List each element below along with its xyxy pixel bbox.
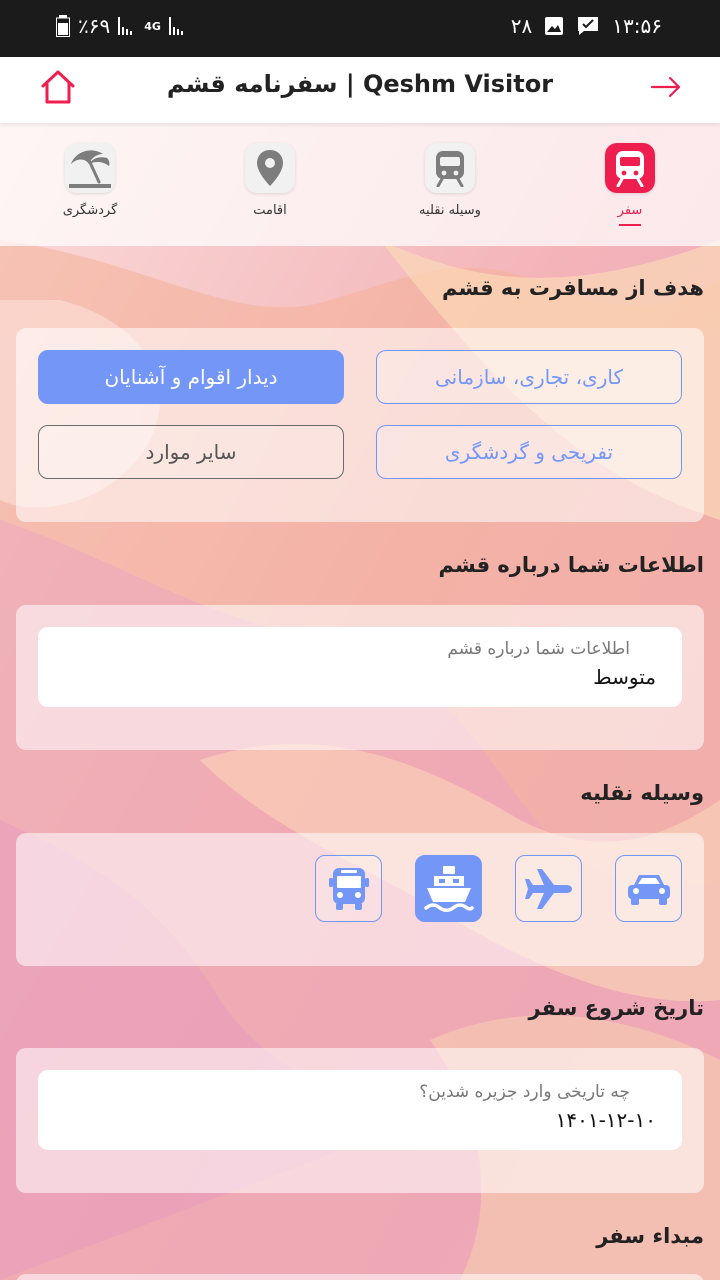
knowledge-field[interactable]: اطلاعات شما درباره قشم متوسط <box>38 627 682 707</box>
vehicle-option-car[interactable] <box>615 855 682 922</box>
start-date-card: چه تاریخی وارد جزیره شدین؟ ۱۴۰۱-۱۲-۱۰ <box>16 1048 704 1193</box>
tab-icon-box <box>605 143 655 193</box>
network-type: 4G <box>144 19 161 33</box>
tab-icon-box <box>65 143 115 193</box>
tab-label: وسیله نقلیه <box>419 203 481 218</box>
car-icon <box>627 874 670 905</box>
battery-percent: ٪۶۹ <box>78 14 111 38</box>
train-icon <box>436 151 464 187</box>
app-bar: سفرنامه قشم | Qeshm Visitor <box>0 57 720 123</box>
signal-icon <box>118 17 133 35</box>
purpose-card: کاری، تجاری، سازمانی دیدار اقوام و آشنای… <box>16 328 704 522</box>
tab-label: اقامت <box>253 203 287 218</box>
vehicle-card <box>16 833 704 966</box>
purpose-option-business[interactable]: کاری، تجاری، سازمانی <box>376 350 682 404</box>
start-date-field[interactable]: چه تاریخی وارد جزیره شدین؟ ۱۴۰۱-۱۲-۱۰ <box>38 1070 682 1150</box>
train-icon <box>616 151 644 187</box>
status-right: ۲۸ ۱۳:۵۶ <box>511 14 662 38</box>
tab-accommodation[interactable]: اقامت <box>210 143 330 218</box>
message-icon <box>578 17 599 35</box>
origin-title: مبداء سفر <box>596 1224 704 1248</box>
location-pin-icon <box>257 150 283 186</box>
knowledge-card: اطلاعات شما درباره قشم متوسط <box>16 605 704 750</box>
status-left: ٪۶۹ 4G <box>56 14 187 38</box>
battery-icon <box>56 15 70 37</box>
arrow-right-icon[interactable] <box>648 69 684 105</box>
airplane-icon <box>524 868 572 909</box>
status-bar: ٪۶۹ 4G ۲۸ ۱۳:۵۶ <box>0 0 720 57</box>
page-title: سفرنامه قشم | Qeshm Visitor <box>166 70 554 98</box>
vehicle-option-bus[interactable] <box>315 855 382 922</box>
start-date-field-value: ۱۴۰۱-۱۲-۱۰ <box>555 1108 656 1132</box>
origin-card <box>16 1274 704 1280</box>
vehicle-option-ship[interactable] <box>415 855 482 922</box>
tab-trip[interactable]: سفر <box>570 143 690 226</box>
vehicle-title: وسیله نقلیه <box>580 781 704 805</box>
tab-icon-box <box>425 143 475 193</box>
tab-bar: سفر وسیله نقلیه اقامت گردشگری <box>0 123 720 246</box>
start-date-field-label: چه تاریخی وارد جزیره شدین؟ <box>419 1082 630 1102</box>
signal-icon <box>168 17 183 35</box>
tab-vehicle[interactable]: وسیله نقلیه <box>390 143 510 218</box>
tab-tourism[interactable]: گردشگری <box>30 143 150 218</box>
ship-icon <box>423 865 474 912</box>
bus-icon <box>328 867 369 910</box>
status-day: ۲۸ <box>510 14 533 38</box>
start-date-title: تاریخ شروع سفر <box>528 996 704 1020</box>
tab-icon-box <box>245 143 295 193</box>
knowledge-field-value: متوسط <box>593 665 656 689</box>
gallery-icon <box>545 17 564 35</box>
purpose-option-tourism[interactable]: تفریحی و گردشگری <box>376 425 682 479</box>
status-time: ۱۳:۵۶ <box>612 14 662 38</box>
knowledge-title: اطلاعات شما درباره قشم <box>438 553 704 577</box>
knowledge-field-label: اطلاعات شما درباره قشم <box>447 639 630 659</box>
tab-label: سفر <box>617 203 643 218</box>
purpose-title: هدف از مسافرت به قشم <box>442 276 704 300</box>
purpose-option-family[interactable]: دیدار اقوام و آشنایان <box>38 350 344 404</box>
tab-active-indicator <box>619 224 641 226</box>
purpose-option-other[interactable]: سایر موارد <box>38 425 344 479</box>
vehicle-option-airplane[interactable] <box>515 855 582 922</box>
tab-label: گردشگری <box>62 203 118 218</box>
beach-umbrella-icon <box>69 150 111 188</box>
